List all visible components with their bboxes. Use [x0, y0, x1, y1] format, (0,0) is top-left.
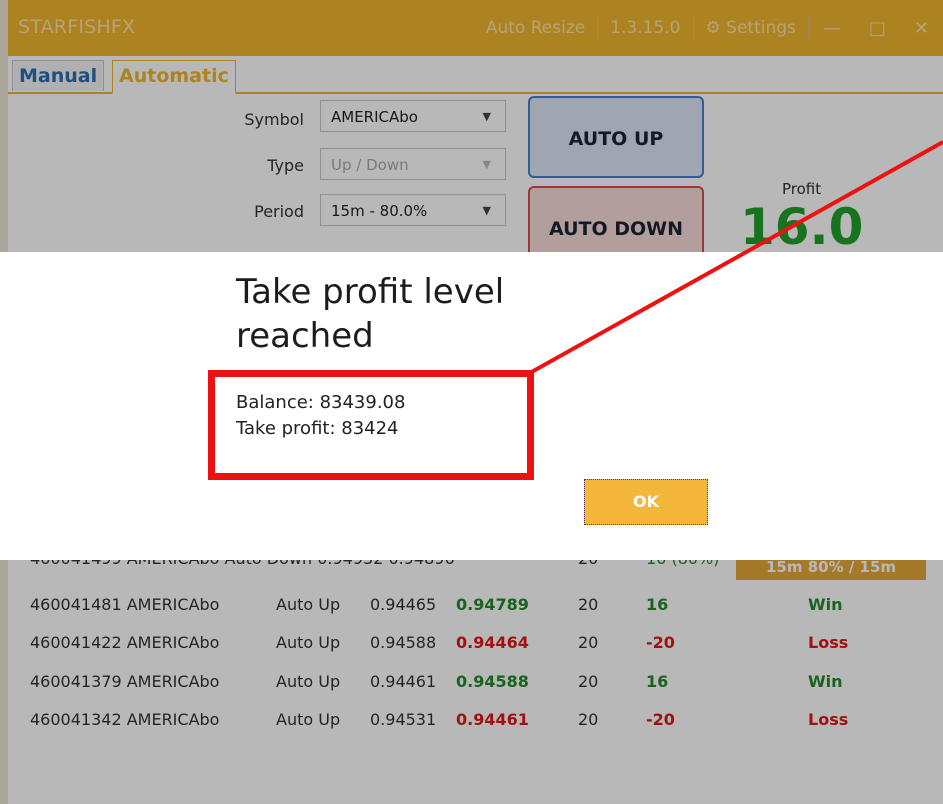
dialog-title: Take profit level reached: [236, 272, 505, 356]
annotation-highlight-box: [208, 370, 534, 480]
ok-button[interactable]: OK: [584, 479, 708, 525]
